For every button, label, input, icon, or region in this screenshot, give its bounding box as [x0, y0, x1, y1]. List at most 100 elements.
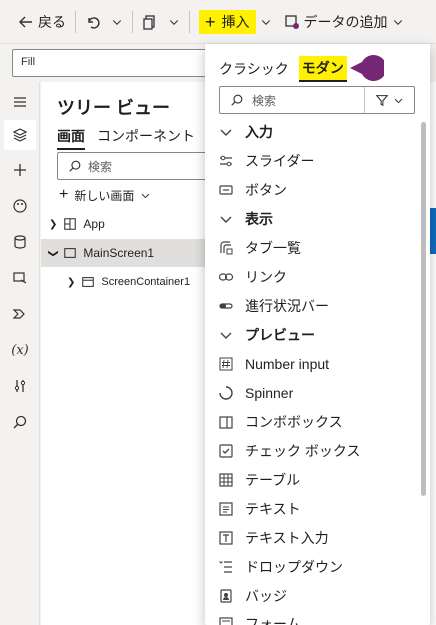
text-icon [215, 498, 237, 520]
item-label: ボタン [245, 182, 287, 198]
insert-item-table[interactable]: テーブル [205, 466, 415, 494]
number-input-icon [215, 353, 237, 375]
divider [189, 10, 190, 33]
slider-icon [215, 150, 237, 172]
section-input-header[interactable]: 入力 [205, 118, 415, 146]
section-display-header[interactable]: 表示 [205, 205, 415, 233]
database-icon[interactable] [8, 230, 32, 254]
insert-item-checkbox[interactable]: チェック ボックス [205, 437, 415, 465]
insert-search-placeholder: 検索 [252, 93, 277, 108]
tree-item-label: ScreenContainer1 [101, 276, 191, 288]
insert-item-badge[interactable]: バッジ [205, 582, 415, 610]
divider [75, 10, 76, 33]
badge-icon [215, 585, 237, 607]
item-label: 進行状況バー [245, 298, 329, 314]
section-label: プレビュー [245, 327, 315, 343]
chevron-down-icon [261, 19, 270, 25]
add-data-button[interactable]: データの追加 [278, 6, 410, 38]
insert-item-tablist[interactable]: タブ一覧 [205, 234, 415, 262]
insert-search-input[interactable]: 検索 [219, 86, 415, 114]
back-button[interactable]: 戻る [12, 6, 72, 38]
insert-item-text[interactable]: テキスト [205, 495, 415, 523]
insert-button[interactable]: + 挿入 [193, 6, 278, 38]
insert-label: 挿入 [221, 13, 250, 30]
insert-rail-icon[interactable] [8, 158, 32, 182]
insert-item-combobox[interactable]: コンボボックス [205, 408, 415, 436]
add-data-label: データの追加 [303, 13, 388, 30]
insert-tabs: クラシック モダン [219, 56, 347, 82]
tree-item-label: MainScreen1 [83, 246, 155, 260]
scrollbar-thumb[interactable] [421, 122, 426, 496]
item-label: Spinner [245, 385, 294, 401]
search-icon [69, 160, 81, 172]
tab-classic[interactable]: クラシック [219, 59, 289, 79]
section-preview-header[interactable]: プレビュー [205, 321, 415, 349]
media-icon[interactable] [8, 266, 32, 290]
chevron-down-icon: ❯ [47, 248, 59, 258]
tree-item-app[interactable]: ❯ App [41, 210, 211, 238]
progress-bar-icon [215, 295, 237, 317]
item-label: テキスト入力 [245, 530, 329, 546]
new-screen-label: 新しい画面 [74, 188, 135, 203]
new-screen-button[interactable]: + 新しい画面 [59, 186, 151, 204]
copy-icon [143, 14, 155, 30]
tree-view-icon[interactable] [4, 120, 36, 150]
flow-icon[interactable] [8, 302, 32, 326]
tools-icon[interactable] [8, 374, 32, 398]
property-dropdown[interactable]: Fill [12, 49, 212, 77]
insert-item-slider[interactable]: スライダー [205, 147, 415, 175]
app-icon [64, 218, 77, 230]
variables-icon[interactable]: (x) [8, 338, 32, 362]
spinner-icon [215, 382, 237, 404]
item-label: テキスト [245, 501, 301, 517]
copy-button[interactable] [136, 6, 186, 38]
combobox-icon [215, 411, 237, 433]
left-rail: (x) [0, 82, 40, 625]
text-input-icon [215, 527, 237, 549]
section-label: 表示 [245, 211, 273, 227]
hamburger-icon[interactable] [8, 90, 32, 114]
plus-icon: + [205, 11, 216, 32]
section-label: 入力 [245, 124, 273, 140]
chevron-down-icon [215, 324, 237, 346]
tab-screens[interactable]: 画面 [57, 126, 85, 150]
insert-item-spinner[interactable]: Spinner [205, 379, 415, 407]
tree-search-input[interactable]: 検索 [57, 152, 227, 180]
palette-icon[interactable] [8, 194, 32, 218]
insert-item-button[interactable]: ボタン [205, 176, 415, 204]
undo-button[interactable] [79, 6, 129, 38]
insert-item-text-input[interactable]: テキスト入力 [205, 524, 415, 552]
tab-components[interactable]: コンポーネント [97, 126, 195, 150]
plus-icon: + [59, 186, 69, 203]
search-icon [231, 94, 243, 106]
search-icon[interactable] [8, 410, 32, 434]
chevron-down-icon [215, 121, 237, 143]
database-add-icon [284, 14, 299, 29]
item-label: チェック ボックス [245, 443, 361, 459]
insert-item-dropdown[interactable]: ドロップダウン [205, 553, 415, 581]
insert-item-link[interactable]: リンク [205, 263, 415, 291]
item-label: ドロップダウン [245, 559, 343, 575]
checkbox-icon [215, 440, 237, 462]
item-label: スライダー [245, 153, 315, 169]
filter-icon [375, 95, 389, 107]
tree-title: ツリー ビュー [57, 98, 171, 118]
insert-item-form[interactable]: フォーム [205, 611, 415, 625]
tab-modern[interactable]: モダン [298, 56, 347, 82]
insert-item-number-input[interactable]: Number input [205, 350, 415, 378]
container-icon [82, 277, 95, 287]
insert-item-progress[interactable]: 進行状況バー [205, 292, 415, 320]
screen-icon [64, 248, 77, 258]
tree-item-mainscreen[interactable]: ❯ MainScreen1 [41, 239, 211, 267]
chevron-down-icon [112, 19, 122, 25]
insert-dropdown: クラシック モダン 検索 入力 スライダー ボタン 表示 タブ一覧 リンク 進行… [205, 44, 430, 625]
item-label: タブ一覧 [245, 240, 301, 256]
tree-item-screencontainer[interactable]: ❯ ScreenContainer1 [41, 268, 211, 296]
filter-button[interactable] [364, 87, 414, 113]
item-label: Number input [245, 356, 330, 372]
undo-icon [88, 16, 100, 29]
callout-marker [350, 55, 384, 81]
chevron-down-icon [215, 208, 237, 230]
chevron-right-icon: ❯ [49, 218, 58, 230]
form-icon [215, 613, 237, 625]
